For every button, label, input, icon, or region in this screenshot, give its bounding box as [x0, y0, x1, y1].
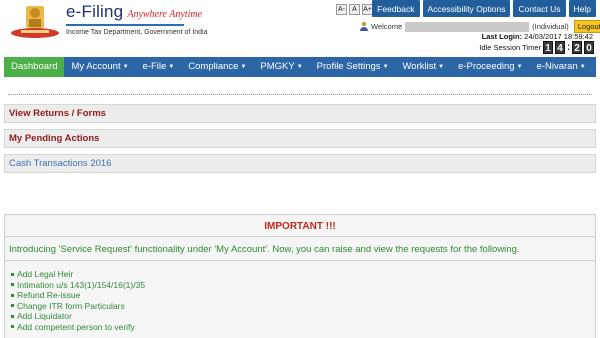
font-normal-button[interactable]: A: [349, 4, 360, 15]
list-item: Refund Re-issue: [11, 290, 595, 301]
chevron-down-icon: ▼: [296, 64, 303, 70]
list-item-text: Add Liquidator: [17, 311, 72, 321]
cash-transactions-panel[interactable]: Cash Transactions 2016: [4, 154, 596, 173]
list-item-text: Change ITR form Particulars: [17, 300, 125, 311]
accessibility-options-link[interactable]: Accessibility Options: [422, 0, 511, 17]
my-pending-actions-panel[interactable]: My Pending Actions: [4, 129, 596, 148]
idle-session-timer: Idle Session Timer 1 4 : 2 0: [479, 41, 594, 54]
timer-digit: 1: [543, 41, 553, 54]
user-icon: [360, 22, 368, 31]
list-item: Add competent person to verify: [11, 322, 595, 333]
list-item: Intimation u/s 143(1)/154/16(1)/35: [11, 280, 595, 291]
timer-colon: :: [567, 42, 571, 53]
nav-compliance[interactable]: Compliance ▼: [181, 57, 253, 77]
font-decrease-button[interactable]: A-: [336, 4, 347, 15]
bullet-icon: [11, 272, 14, 276]
chevron-down-icon: ▼: [438, 64, 445, 70]
nav-label: My Account: [71, 61, 121, 72]
nav-label: Dashboard: [11, 61, 58, 72]
chevron-down-icon: ▼: [240, 64, 247, 70]
view-returns-forms-panel[interactable]: View Returns / Forms: [4, 104, 596, 123]
nav-pmgky[interactable]: PMGKY ▼: [253, 57, 309, 77]
chevron-down-icon: ▼: [516, 64, 523, 70]
bullet-icon: [11, 314, 14, 318]
important-heading: IMPORTANT !!!: [5, 215, 595, 237]
bullet-icon: [11, 325, 14, 329]
redacted-user-name: [405, 21, 530, 32]
list-item-text: Refund Re-issue: [17, 290, 81, 300]
nav-profile-settings[interactable]: Profile Settings ▼: [310, 57, 396, 77]
idle-timer-label: Idle Session Timer: [479, 43, 541, 52]
important-notice-box: IMPORTANT !!! Introducing 'Service Reque…: [4, 214, 596, 338]
nav-label: Compliance: [188, 61, 239, 72]
nav-label: e-File: [142, 61, 167, 72]
list-item-text: Add competent person to verify: [17, 321, 135, 332]
bullet-icon: [11, 304, 14, 308]
help-link[interactable]: Help: [568, 0, 596, 17]
page-header: e-Filing Anywhere Anytime Income Tax Dep…: [0, 0, 600, 58]
nav-dashboard[interactable]: Dashboard: [4, 57, 65, 77]
welcome-label: Welcome: [371, 22, 403, 31]
list-item: Add Legal Heir: [11, 269, 595, 280]
timer-digit: 4: [555, 41, 565, 54]
service-request-intro: Introducing 'Service Request' functional…: [5, 237, 595, 261]
user-role: (Individual): [532, 22, 569, 31]
nav-label: PMGKY: [260, 61, 295, 72]
list-item-text: Add Legal Heir: [17, 269, 74, 279]
panel-title: Cash Transactions 2016: [9, 158, 112, 169]
service-request-list: Add Legal Heir Intimation u/s 143(1)/154…: [5, 261, 595, 332]
bullet-icon: [11, 293, 14, 297]
income-tax-emblem-logo: [11, 6, 59, 38]
top-utility-nav: Feedback Accessibility Options Contact U…: [372, 0, 596, 17]
nav-worklist[interactable]: Worklist ▼: [396, 57, 452, 77]
nav-my-account[interactable]: My Account ▼: [64, 57, 135, 77]
last-login-label: Last Login:: [481, 32, 523, 41]
chevron-down-icon: ▼: [382, 64, 389, 70]
timer-digit: 0: [584, 41, 594, 54]
nav-e-proceeding[interactable]: e-Proceeding ▼: [451, 57, 529, 77]
panel-title: My Pending Actions: [9, 133, 100, 144]
nav-label: e-Nivaran: [536, 61, 578, 72]
nav-label: e-Proceeding: [458, 61, 515, 72]
nav-label: Worklist: [402, 61, 437, 72]
main-navigation: Dashboard My Account ▼ e-File ▼ Compliance…: [4, 57, 596, 77]
brand-name[interactable]: e-Filing: [66, 2, 123, 22]
chevron-down-icon: ▼: [579, 64, 586, 70]
brand-block: e-Filing Anywhere Anytime Income Tax Dep…: [66, 2, 208, 36]
brand-tagline: Anywhere Anytime: [127, 9, 203, 20]
last-login: Last Login: 24/03/2017 18:59:42: [482, 32, 593, 41]
nav-e-file[interactable]: e-File ▼: [136, 57, 182, 77]
list-item-text: Intimation u/s 143(1)/154/16(1)/35: [17, 279, 146, 290]
feedback-link[interactable]: Feedback: [372, 0, 420, 17]
contact-us-link[interactable]: Contact Us: [513, 0, 566, 17]
dotted-divider: [8, 94, 592, 95]
nav-label: Profile Settings: [316, 61, 381, 72]
chevron-down-icon: ▼: [168, 64, 175, 70]
timer-digit: 2: [572, 41, 582, 54]
list-item: Add Liquidator: [11, 311, 595, 322]
last-login-value: 24/03/2017 18:59:42: [524, 32, 593, 41]
bullet-icon: [11, 283, 14, 287]
brand-underline: [66, 24, 184, 26]
brand-subtitle: Income Tax Department, Government of Ind…: [66, 29, 208, 36]
nav-e-nivaran[interactable]: e-Nivaran ▼: [530, 57, 593, 77]
list-item: Change ITR form Particulars: [11, 301, 595, 312]
chevron-down-icon: ▼: [122, 64, 129, 70]
panel-title: View Returns / Forms: [9, 108, 106, 119]
